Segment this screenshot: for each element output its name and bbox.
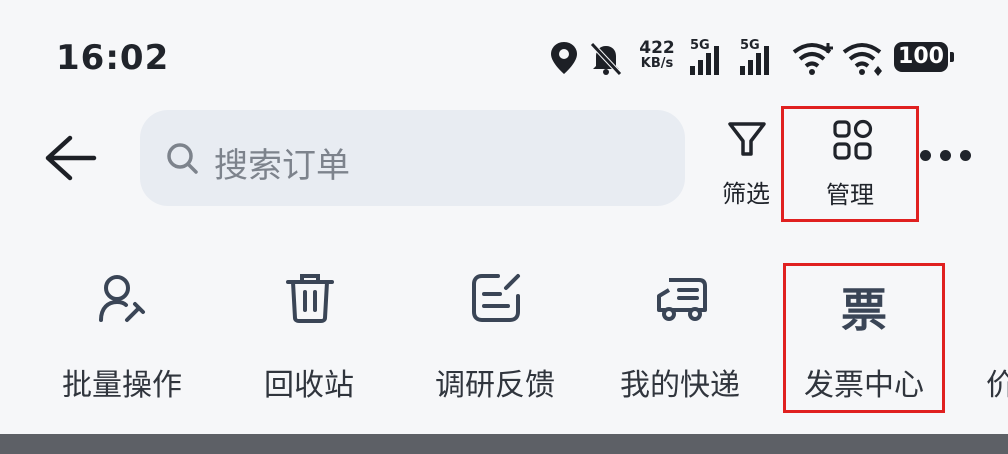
shortcut-label: 批量操作: [62, 368, 182, 403]
more-dot: [920, 150, 931, 161]
net-speed-unit: KB/s: [640, 56, 674, 71]
manage-button[interactable]: 管理: [781, 106, 919, 222]
shortcut-label-partial[interactable]: 价: [986, 360, 1008, 404]
more-button[interactable]: [918, 146, 978, 166]
more-dot: [960, 150, 971, 161]
net-speed-value: 422: [639, 38, 675, 58]
batch-user-icon: [99, 275, 145, 322]
highlight-box: [783, 263, 945, 413]
shortcut-survey-feedback[interactable]: 调研反馈: [420, 268, 570, 408]
battery-tip: [950, 52, 954, 62]
search-placeholder: 搜索订单: [214, 146, 350, 186]
shortcut-batch-operation[interactable]: 批量操作: [47, 268, 197, 408]
shortcut-my-express[interactable]: 我的快递: [605, 268, 755, 408]
shortcut-label: 回收站: [264, 368, 354, 403]
manage-label: 管理: [826, 181, 874, 209]
location-icon: [551, 42, 577, 74]
signal-icon: 5G: [690, 38, 736, 78]
grid-icon: [833, 119, 873, 160]
search-icon: [167, 143, 198, 174]
feedback-icon: [472, 274, 520, 322]
bottom-overlay: [0, 434, 1008, 454]
truck-icon: [657, 278, 707, 321]
filter-label: 筛选: [722, 180, 770, 208]
trash-icon: [286, 274, 334, 323]
net-speed: 422 KB/s: [634, 40, 680, 72]
app-panel: 16:02 422 KB/s 5G 5G 100 搜索订单 筛选 管理 批量操作…: [0, 0, 1008, 436]
shortcut-label: 调研反馈: [435, 368, 555, 403]
filter-icon: [728, 122, 766, 156]
wifi-plus-icon: [792, 43, 833, 75]
shortcut-recycle-bin[interactable]: 回收站: [234, 268, 384, 408]
shortcut-label: 我的快递: [620, 368, 740, 403]
sim2-label: 5G: [740, 38, 760, 53]
wifi-icon: [842, 43, 882, 76]
more-dot: [940, 150, 951, 161]
search-input[interactable]: 搜索订单: [140, 110, 685, 206]
status-time: 16:02: [56, 38, 170, 78]
sim1-label: 5G: [690, 38, 710, 53]
signal-icon: 5G: [740, 38, 786, 78]
mute-icon: [590, 42, 622, 76]
battery-icon: 100: [894, 42, 948, 72]
back-arrow-icon[interactable]: [40, 132, 100, 184]
filter-button[interactable]: 筛选: [710, 112, 784, 208]
